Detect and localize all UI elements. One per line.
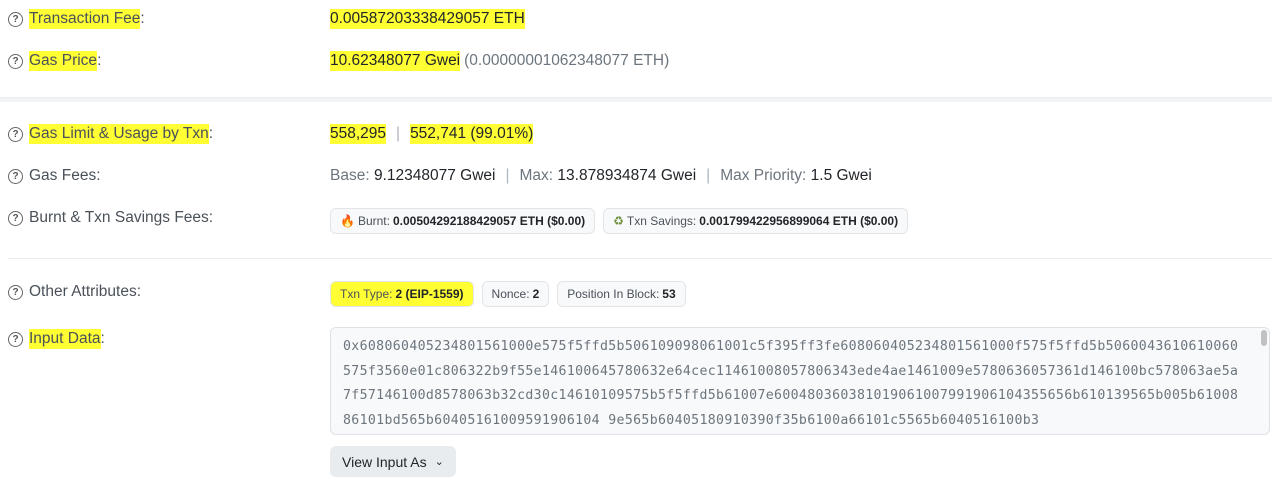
other-attributes-label: ? Other Attributes: — [8, 283, 141, 301]
transaction-fee-value: 0.00587203338429057 ETH — [330, 9, 525, 29]
transaction-fee-label: ? Transaction Fee: — [8, 9, 145, 29]
gas-price-label: ? Gas Price: — [8, 51, 101, 71]
help-icon[interactable]: ? — [8, 126, 23, 142]
view-input-as-button[interactable]: View Input As ⌄ — [330, 446, 456, 477]
other-attributes-value: Txn Type: 2 (EIP-1559) Nonce: 2 Position I… — [330, 281, 694, 307]
burnt-fees-label: ? Burnt & Txn Savings Fees: — [8, 209, 213, 227]
gas-price-value: 10.62348077 Gwei (0.00000001062348077 ET… — [330, 51, 670, 71]
help-icon[interactable]: ? — [8, 284, 23, 300]
input-data-text[interactable]: 0x608060405234801561000e575f5ffd5b506109… — [331, 328, 1269, 433]
help-icon[interactable]: ? — [8, 331, 23, 347]
help-icon[interactable]: ? — [8, 53, 23, 69]
gas-fees-value: Base: 9.12348077 Gwei | Max: 13.87893487… — [330, 167, 872, 184]
scrollbar-thumb[interactable] — [1261, 330, 1267, 346]
input-data-label: ? Input Data: — [8, 329, 105, 349]
section-divider — [0, 97, 1272, 102]
help-icon[interactable]: ? — [8, 168, 23, 184]
gas-limit-label: ? Gas Limit & Usage by Txn: — [8, 124, 213, 144]
txn-savings-badge: ♻ Txn Savings: 0.001799422956899064 ETH (… — [603, 208, 909, 234]
chevron-down-icon: ⌄ — [434, 456, 444, 468]
gas-fees-label: ? Gas Fees: — [8, 167, 101, 185]
input-data-textarea[interactable]: 0x608060405234801561000e575f5ffd5b506109… — [330, 327, 1270, 435]
nonce-badge: Nonce: 2 — [481, 281, 550, 307]
flame-icon: 🔥 — [340, 214, 355, 228]
section-divider — [8, 258, 1272, 259]
position-badge: Position In Block: 53 — [557, 281, 686, 307]
help-icon[interactable]: ? — [8, 210, 23, 226]
txn-type-badge: Txn Type: 2 (EIP-1559) — [330, 281, 474, 307]
burnt-badge: 🔥 Burnt: 0.00504292188429057 ETH ($0.00) — [330, 208, 596, 234]
savings-icon: ♻ — [613, 214, 624, 228]
gas-limit-value: 558,295 | 552,741 (99.01%) — [330, 124, 534, 144]
help-icon[interactable]: ? — [8, 11, 23, 27]
burnt-fees-value: 🔥 Burnt: 0.00504292188429057 ETH ($0.00) … — [330, 208, 916, 234]
